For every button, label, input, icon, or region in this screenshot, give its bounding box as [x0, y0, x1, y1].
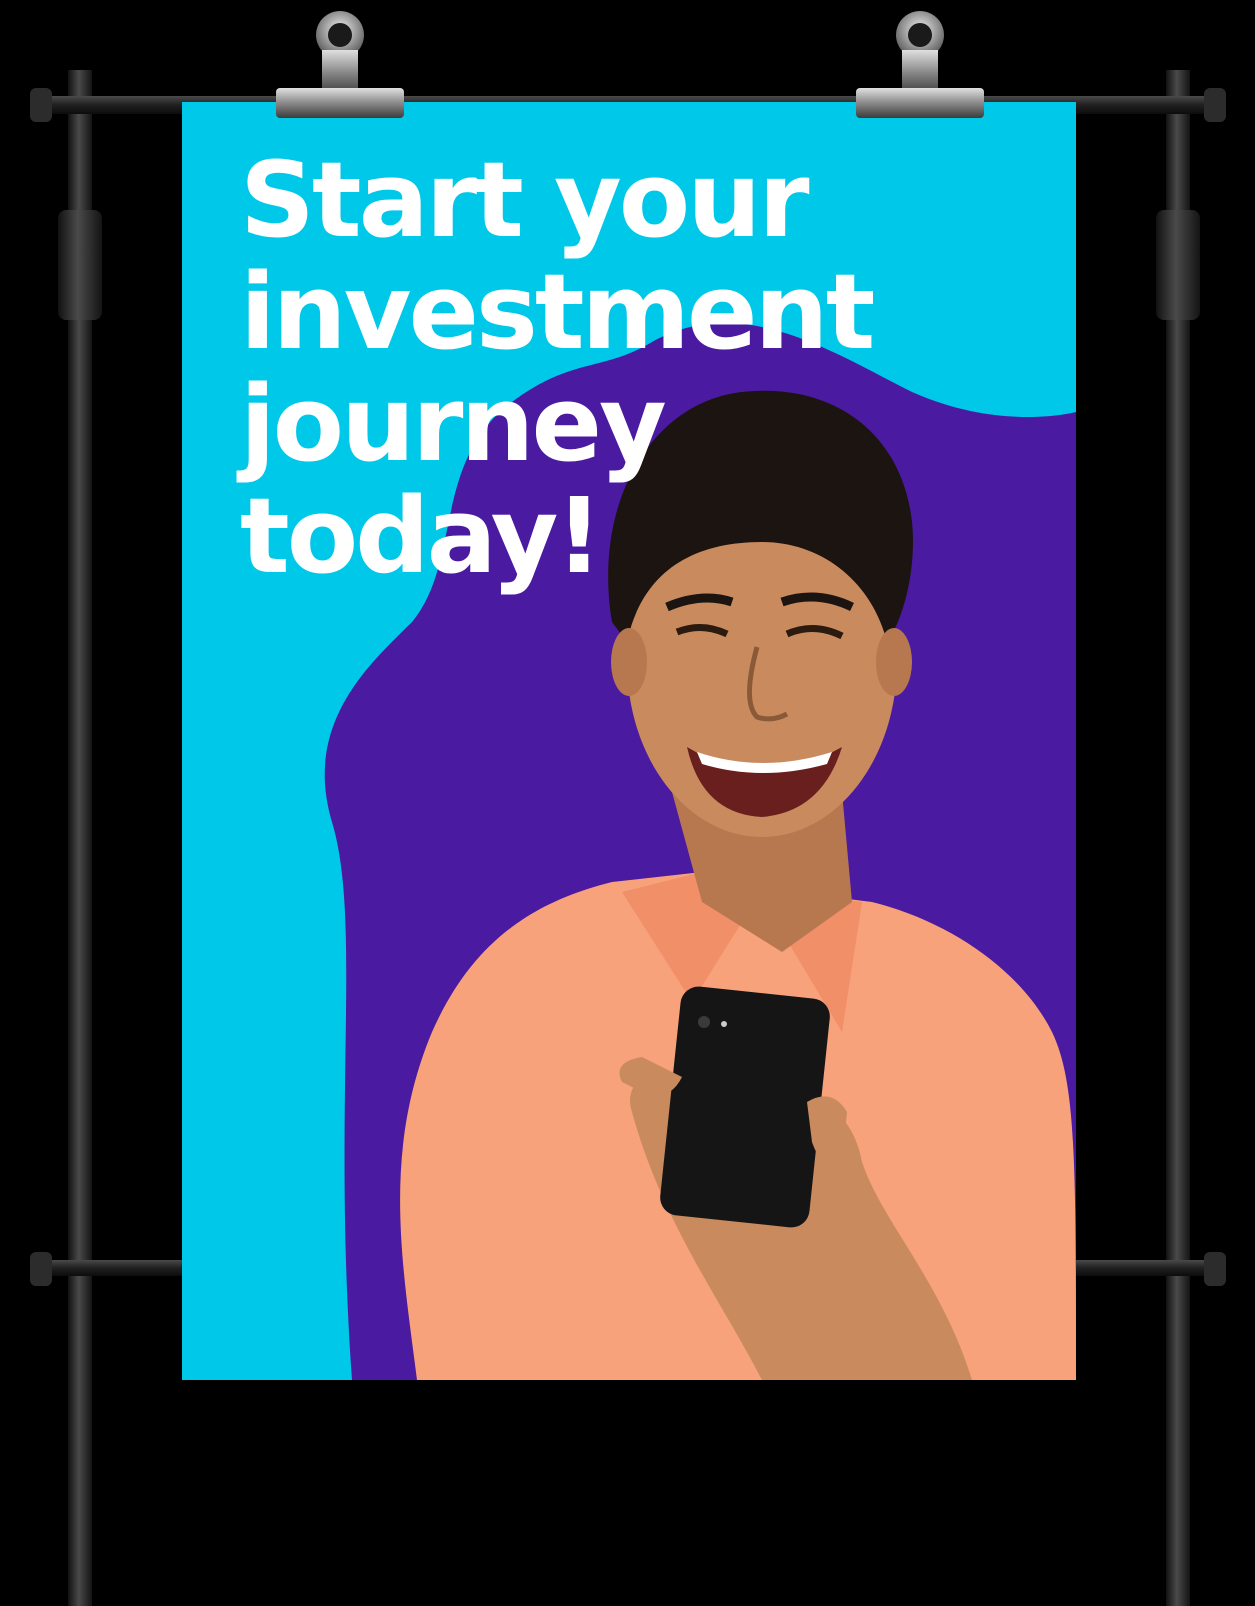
headline-line-1: Start your — [240, 139, 810, 261]
headline-line-3: journey — [240, 363, 667, 485]
headline-line-2: investment — [240, 251, 875, 373]
poster-headline: Start your investment journey today! — [240, 144, 1000, 592]
poster-mockup-scene: Start your investment journey today! — [0, 0, 1255, 1606]
smartphone-icon — [660, 986, 830, 1228]
headline-line-4: today! — [240, 475, 603, 597]
investment-poster: Start your investment journey today! — [182, 102, 1076, 1380]
